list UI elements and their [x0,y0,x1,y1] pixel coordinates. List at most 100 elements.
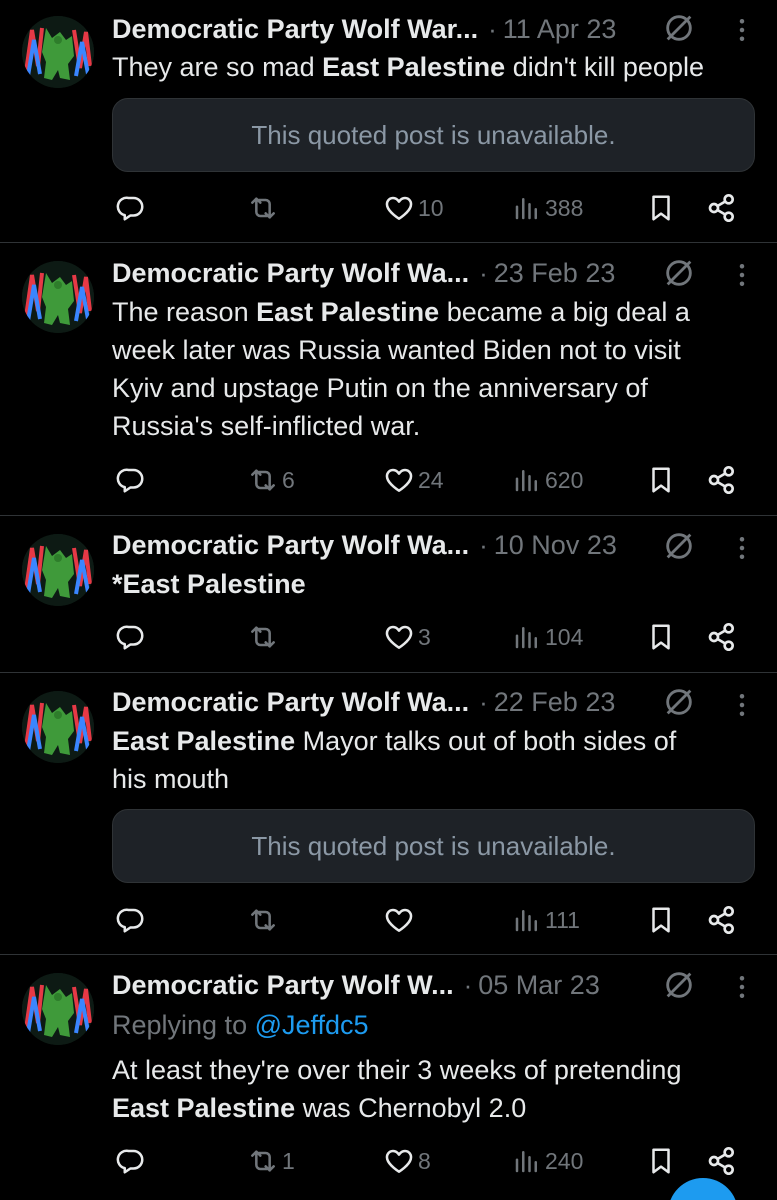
post-header: Democratic Party Wolf W... · 05 Mar 23 [112,965,757,1005]
post-date[interactable]: 22 Feb 23 [494,687,616,718]
bookmark-button[interactable] [646,460,676,500]
bookmark-icon [646,193,676,223]
reply-handle-link[interactable]: @Jeffdc5 [255,1010,369,1040]
reply-button[interactable] [116,900,146,940]
highlight-term: East Palestine [112,726,296,756]
post-date[interactable]: 05 Mar 23 [478,970,600,1001]
bookmark-icon [646,905,676,935]
post-3[interactable]: Democratic Party Wolf Wa... · 10 Nov 23 … [0,516,777,673]
reply-button[interactable] [116,1141,146,1181]
post-text: At least they're over their 3 weeks of p… [112,1055,682,1123]
view-count: 104 [545,623,584,650]
like-button[interactable]: 8 [383,1141,431,1181]
view-count: 620 [545,466,584,493]
action-bar: 10 388 [0,188,777,228]
share-button[interactable] [706,188,738,228]
post-1[interactable]: Democratic Party Wolf War... · 11 Apr 23… [0,0,777,243]
bookmark-button[interactable] [646,900,676,940]
post-2[interactable]: Democratic Party Wolf Wa... · 23 Feb 23 … [0,243,777,516]
post-4[interactable]: Democratic Party Wolf Wa... · 22 Feb 23 … [0,673,777,955]
share-button[interactable] [706,617,738,657]
post-date[interactable]: 10 Nov 23 [494,530,617,561]
like-button[interactable]: 3 [383,617,431,657]
post-date[interactable]: 23 Feb 23 [494,258,616,289]
reply-icon [116,622,146,652]
author-name[interactable]: Democratic Party Wolf Wa... [112,258,469,289]
views-button[interactable]: 388 [512,188,583,228]
bookmark-button[interactable] [646,188,676,228]
repost-button[interactable]: 6 [247,460,295,500]
author-name[interactable]: Democratic Party Wolf W... [112,970,454,1001]
avatar[interactable] [22,973,94,1045]
post-header: Democratic Party Wolf Wa... · 22 Feb 23 [112,682,757,722]
no-sign-icon [662,529,696,563]
more-icon[interactable] [727,12,757,48]
like-count: 3 [418,623,431,650]
like-count: 24 [418,466,444,493]
quoted-post-unavailable: This quoted post is unavailable. [112,809,755,883]
avatar[interactable] [22,534,94,606]
separator: · [488,13,497,44]
highlight-term: East Palestine [112,1093,296,1123]
share-button[interactable] [706,900,738,940]
bookmark-icon [646,622,676,652]
repost-button[interactable]: 1 [247,1141,295,1181]
reply-icon [116,905,146,935]
post-header: Democratic Party Wolf Wa... · 10 Nov 23 [112,525,757,565]
share-icon [706,904,738,936]
repost-button[interactable] [247,188,282,228]
separator: · [479,686,488,717]
more-icon[interactable] [727,969,757,1005]
reply-icon [116,1146,146,1176]
like-icon [383,192,415,224]
like-count: 10 [418,194,444,221]
avatar[interactable] [22,16,94,88]
post-5[interactable]: Democratic Party Wolf W... · 05 Mar 23 R… [0,955,777,1200]
bookmark-icon [646,465,676,495]
reply-button[interactable] [116,617,146,657]
like-button[interactable] [383,900,418,940]
like-icon [383,904,415,936]
post-header: Democratic Party Wolf War... · 11 Apr 23 [112,9,757,49]
views-icon [512,622,542,652]
view-count: 388 [545,194,584,221]
views-icon [512,905,542,935]
more-icon[interactable] [727,530,757,566]
highlight-term: East Palestine [322,52,506,82]
more-icon[interactable] [727,257,757,293]
action-bar: 1 8 240 [0,1141,777,1181]
share-button[interactable] [706,1141,738,1181]
views-button[interactable]: 620 [512,460,583,500]
no-sign-icon [662,256,696,290]
like-button[interactable]: 24 [383,460,444,500]
no-sign-icon [662,968,696,1002]
repost-button[interactable] [247,617,282,657]
views-button[interactable]: 240 [512,1141,583,1181]
author-name[interactable]: Democratic Party Wolf Wa... [112,530,469,561]
bookmark-button[interactable] [646,617,676,657]
action-bar: 111 [0,900,777,940]
more-icon[interactable] [727,687,757,723]
reply-icon [116,193,146,223]
views-icon [512,465,542,495]
repost-button[interactable] [247,900,282,940]
share-button[interactable] [706,460,738,500]
views-button[interactable]: 104 [512,617,583,657]
bookmark-icon [646,1146,676,1176]
post-text: East Palestine Mayor talks out of both s… [112,726,677,794]
view-count: 111 [545,906,580,933]
reply-button[interactable] [116,460,146,500]
views-button[interactable]: 111 [512,900,580,940]
like-button[interactable]: 10 [383,188,444,228]
reply-button[interactable] [116,188,146,228]
repost-icon [247,192,279,224]
bookmark-button[interactable] [646,1141,676,1181]
post-header: Democratic Party Wolf Wa... · 23 Feb 23 [112,253,757,293]
avatar[interactable] [22,691,94,763]
post-date[interactable]: 11 Apr 23 [503,14,617,45]
repost-icon [247,464,279,496]
author-name[interactable]: Democratic Party Wolf War... [112,14,478,45]
like-count: 8 [418,1147,431,1174]
avatar[interactable] [22,261,94,333]
author-name[interactable]: Democratic Party Wolf Wa... [112,687,469,718]
